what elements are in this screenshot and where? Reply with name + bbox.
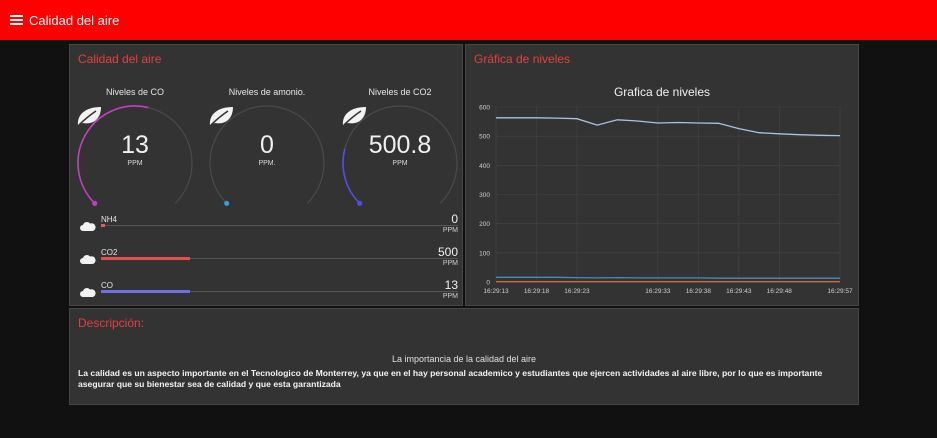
chart-ytick-label: 300 [479,192,490,199]
leaf-icon [342,107,366,126]
description-text: La calidad es un aspecto importante en e… [78,368,823,389]
chart-ytick-label: 600 [479,105,490,112]
chart-ytick-label: 100 [479,250,490,257]
bar-value: 0 [451,212,458,226]
chart-xtick-label: 16:29:23 [564,288,590,295]
bar-value: 500 [437,245,458,259]
bar-fill [101,257,191,260]
gauge-start-dot [92,200,98,206]
bar-row-co2: CO2 500 PPM [78,245,458,278]
app-title: Calidad del aire [29,12,120,28]
description-panel-title: Descripción: [78,316,145,330]
gauge-label: Niveles de amonio. [228,87,306,97]
gauge-co: Niveles de CO 13 PPM [75,75,195,215]
gauge-unit: PPM. [258,160,276,167]
chart-xtick-label: 16:29:33 [645,288,671,295]
gauge-unit: PPM [127,160,143,167]
leaf-icon [77,107,101,126]
chart-ytick-label: 500 [479,134,490,141]
app-header: Calidad del aire [0,0,937,40]
chart-xtick-label: 16:29:38 [686,288,712,295]
gauge-start-dot [357,200,363,206]
gauge-value: 13 [121,131,149,159]
gauge-start-dot [224,200,230,206]
leaf-icon [209,107,233,126]
chart-ytick-label: 200 [479,221,490,228]
bar-value: 13 [444,278,458,292]
chart-series-line [496,117,841,137]
gauge-unit: PPM [392,160,408,167]
chart-ytick-label: 0 [486,280,490,287]
line-chart: 0 100 200 300 400 500 600 16:29:13 16:29:18 16:29… [479,105,853,296]
air-quality-panel-title: Calidad del aire [78,52,162,66]
bar-track [101,290,458,293]
gauge-label: Niveles de CO [105,87,165,97]
bar-unit: PPM [442,293,458,300]
bar-label: NH4 [101,215,118,224]
gauge-value: 0 [260,131,274,159]
bar-fill [101,224,105,227]
description-caption: La importancia de la calidad del aire [391,354,537,364]
gauge-value: 500.8 [368,131,432,159]
bar-label: CO [101,281,113,290]
bar-unit: PPM [442,260,458,267]
hamburger-menu-icon[interactable] [10,15,23,25]
cloud-icon [80,221,96,231]
bar-track [101,257,458,260]
bar-row-nh4: NH4 0 PPM [78,212,458,245]
chart-xtick-label: 16:29:43 [726,288,752,295]
chart-xtick-label: 16:29:18 [524,288,550,295]
chart-xtick-label: 16:29:57 [827,288,853,295]
bar-track [101,224,458,227]
chart-panel: Gráfica de niveles Grafica de niveles 01… [465,44,859,306]
air-quality-panel: Calidad del aire Niveles de CO 13 PPM Ni… [69,44,463,306]
gauge-label: Niveles de CO2 [368,87,432,97]
cloud-icon [80,254,96,264]
bar-unit: PPM [442,227,458,234]
gauge-co2: Niveles de CO2 500.8 PPM [340,75,460,215]
chart-ytick-label: 400 [479,163,490,170]
chart-series-line [496,276,840,279]
gauge-amonio: Niveles de amonio. 0 PPM. [207,75,327,215]
cloud-icon [80,287,96,297]
chart-xtick-label: 16:29:13 [483,288,509,295]
bar-label: CO2 [101,248,118,257]
chart-xtick-label: 16:29:48 [767,288,793,295]
bar-row-co: CO 13 PPM [78,278,458,311]
description-panel: Descripción: La importancia de la calida… [69,308,859,405]
bar-fill [101,290,191,293]
